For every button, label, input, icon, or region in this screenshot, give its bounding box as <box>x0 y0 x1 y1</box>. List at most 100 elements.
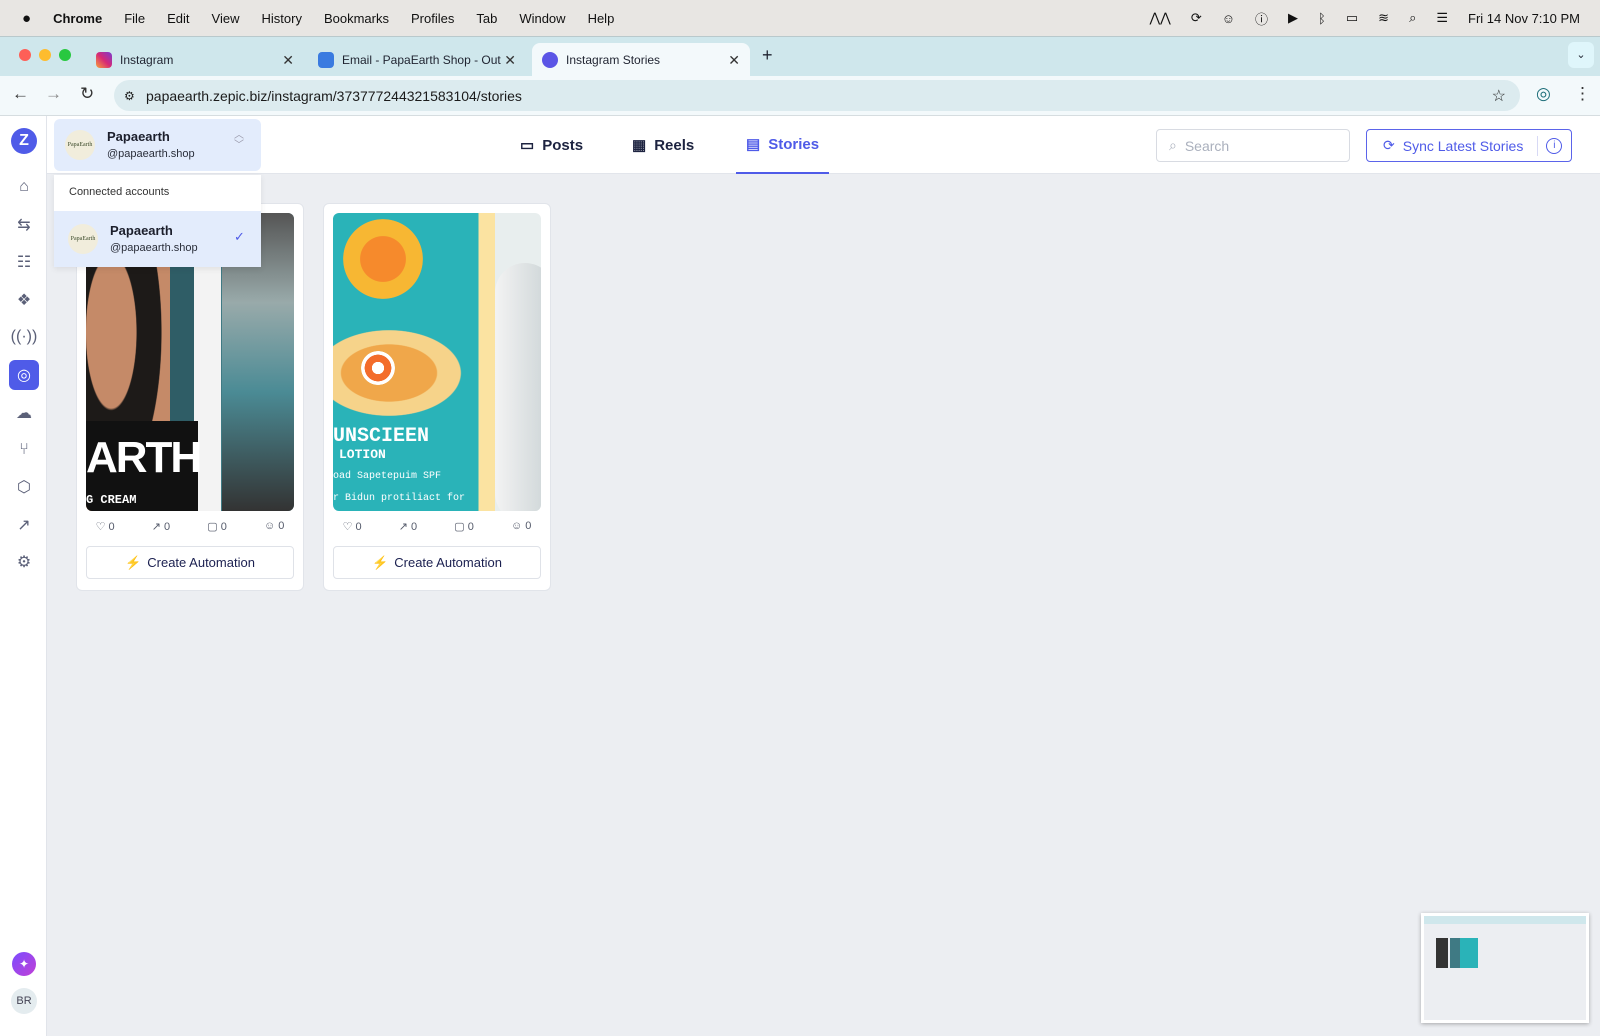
battery-icon[interactable]: ▭ <box>1346 10 1358 26</box>
minimize-window-button[interactable] <box>39 49 51 61</box>
bookmark-star-icon[interactable]: ☆ <box>1492 86 1506 106</box>
products-icon[interactable]: ⬡ <box>9 472 39 502</box>
image-text: UNSCIEEN <box>333 425 430 448</box>
profile-icon[interactable]: ◎ <box>1536 84 1551 104</box>
browser-tab-instagram[interactable]: Instagram ✕ <box>86 43 304 77</box>
account-handle: @papaearth.shop <box>110 242 198 254</box>
chat-icon[interactable]: ☁ <box>9 398 39 428</box>
create-automation-button[interactable]: ⚡ Create Automation <box>86 546 294 579</box>
menu-tab[interactable]: Tab <box>476 11 497 26</box>
smile-icon: ☺ <box>264 520 276 532</box>
sync-status-icon[interactable]: ⟳ <box>1191 10 1202 26</box>
maximize-window-button[interactable] <box>59 49 71 61</box>
reload-icon[interactable]: ↻ <box>80 84 94 104</box>
bolt-icon: ⚡ <box>125 554 142 570</box>
account-name: Papaearth <box>107 129 170 144</box>
url-bar[interactable]: ⚙ papaearth.zepic.biz/instagram/37377724… <box>114 80 1520 111</box>
flows-icon[interactable]: ⑂ <box>9 435 39 465</box>
comments-stat: ▢ 0 <box>207 521 227 533</box>
tab-title: Instagram Stories <box>566 53 661 67</box>
menu-window[interactable]: Window <box>519 11 565 26</box>
analytics-icon[interactable]: ↗ <box>9 510 39 540</box>
tab-search-button[interactable]: ⌄ <box>1568 42 1594 68</box>
spotlight-icon[interactable]: ⌕ <box>1409 10 1416 26</box>
status-app-icon[interactable]: ⋀⋀ <box>1150 10 1171 26</box>
button-label: Create Automation <box>147 555 255 570</box>
transfer-icon[interactable]: ⇆ <box>9 210 39 240</box>
accessibility-icon[interactable]: ⓘ <box>1255 9 1268 28</box>
close-window-button[interactable] <box>19 49 31 61</box>
info-icon[interactable]: i <box>1546 137 1563 154</box>
comments-stat: ▢ 0 <box>454 521 474 533</box>
search-input[interactable]: ⌕ Search <box>1156 129 1350 162</box>
account-selector[interactable]: PapaEarth Papaearth @papaearth.shop ︿ ﹀ <box>54 119 261 171</box>
tab-label: Stories <box>768 135 820 153</box>
check-icon: ✓ <box>234 229 245 244</box>
likes-stat: ♡ 0 <box>95 521 115 533</box>
play-icon[interactable]: ▶ <box>1288 10 1298 26</box>
url-text[interactable]: papaearth.zepic.biz/instagram/3737772443… <box>146 88 522 104</box>
sidebar: Z ⌂ ⇆ ☷ ❖ ((·)) ◎ ☁ ⑂ ⬡ ↗ ⚙ ✦ BR <box>0 116 47 1036</box>
close-tab-icon[interactable]: ✕ <box>282 52 294 69</box>
tab-title: Instagram <box>120 53 174 67</box>
zepic-icon <box>542 52 558 68</box>
story-card[interactable]: UNSCIEEN LOTION oad Sapetepuim SPF r Bid… <box>323 203 551 591</box>
segments-icon[interactable]: ❖ <box>9 285 39 315</box>
image-text: ARTH <box>86 433 202 482</box>
story-image[interactable]: UNSCIEEN LOTION oad Sapetepuim SPF r Bid… <box>333 213 541 511</box>
shares-stat: ↗ 0 <box>151 521 171 533</box>
menu-file[interactable]: File <box>124 11 145 26</box>
search-icon: ⌕ <box>1169 137 1177 153</box>
more-menu-icon[interactable]: ⋮ <box>1574 84 1591 104</box>
chevron-up-down-icon: ︿ ﹀ <box>234 130 244 151</box>
stories-icon: ▤ <box>746 136 761 153</box>
broadcast-icon[interactable]: ((·)) <box>9 322 39 352</box>
browser-tab-stories[interactable]: Instagram Stories ✕ <box>532 43 750 77</box>
reactions-stat: ☺ 0 <box>264 520 285 532</box>
button-label: Create Automation <box>394 555 502 570</box>
likes-stat: ♡ 0 <box>342 521 362 533</box>
zepic-logo-icon[interactable]: Z <box>11 128 37 154</box>
sync-label: Sync Latest Stories <box>1402 137 1524 154</box>
browser-tab-email[interactable]: Email - PapaEarth Shop - Out ✕ <box>308 43 526 77</box>
heart-icon: ♡ <box>95 521 106 533</box>
menu-view[interactable]: View <box>212 11 240 26</box>
heart-icon: ♡ <box>342 521 353 533</box>
new-tab-button[interactable]: + <box>762 45 773 66</box>
tab-stories[interactable]: ▤ Stories <box>736 116 830 174</box>
close-tab-icon[interactable]: ✕ <box>728 52 740 69</box>
menu-edit[interactable]: Edit <box>167 11 189 26</box>
menu-app[interactable]: Chrome <box>53 11 102 26</box>
tab-label: Reels <box>654 136 695 154</box>
menu-bookmarks[interactable]: Bookmarks <box>324 11 389 26</box>
account-option[interactable]: PapaEarth Papaearth @papaearth.shop ✓ <box>54 211 261 267</box>
bluetooth-icon[interactable]: ᛒ <box>1318 11 1326 26</box>
avatar[interactable]: BR <box>11 988 37 1014</box>
create-automation-button[interactable]: ⚡ Create Automation <box>333 546 541 579</box>
contacts-icon[interactable]: ☷ <box>9 247 39 277</box>
instagram-nav-icon[interactable]: ◎ <box>9 360 39 390</box>
control-center-icon[interactable]: ☰ <box>1436 10 1448 26</box>
menu-history[interactable]: History <box>262 11 302 26</box>
sync-latest-stories-button[interactable]: ⟳ Sync Latest Stories i <box>1366 129 1572 162</box>
back-icon[interactable]: ← <box>12 84 29 104</box>
apple-icon[interactable]: ● <box>22 10 31 27</box>
home-icon[interactable]: ⌂ <box>9 172 39 202</box>
settings-icon[interactable]: ⚙ <box>9 547 39 577</box>
mac-menubar: ● Chrome File Edit View History Bookmark… <box>0 0 1600 36</box>
site-settings-icon[interactable]: ⚙ <box>124 89 135 103</box>
menu-profiles[interactable]: Profiles <box>411 11 454 26</box>
cat-icon[interactable]: ☺ <box>1222 11 1235 26</box>
close-tab-icon[interactable]: ✕ <box>504 52 516 69</box>
tab-posts[interactable]: ▭ Posts <box>520 116 583 174</box>
forward-icon[interactable]: → <box>45 84 62 104</box>
tab-reels[interactable]: ▦ Reels <box>632 116 694 174</box>
account-handle: @papaearth.shop <box>107 148 195 160</box>
screenshot-thumbnail[interactable] <box>1421 913 1589 1023</box>
clock[interactable]: Fri 14 Nov 7:10 PM <box>1468 11 1580 26</box>
wifi-icon[interactable]: ≋ <box>1378 10 1389 26</box>
email-icon <box>318 52 334 68</box>
refresh-icon: ⟳ <box>1383 137 1395 153</box>
ai-sparkle-icon[interactable]: ✦ <box>12 952 36 976</box>
menu-help[interactable]: Help <box>588 11 615 26</box>
